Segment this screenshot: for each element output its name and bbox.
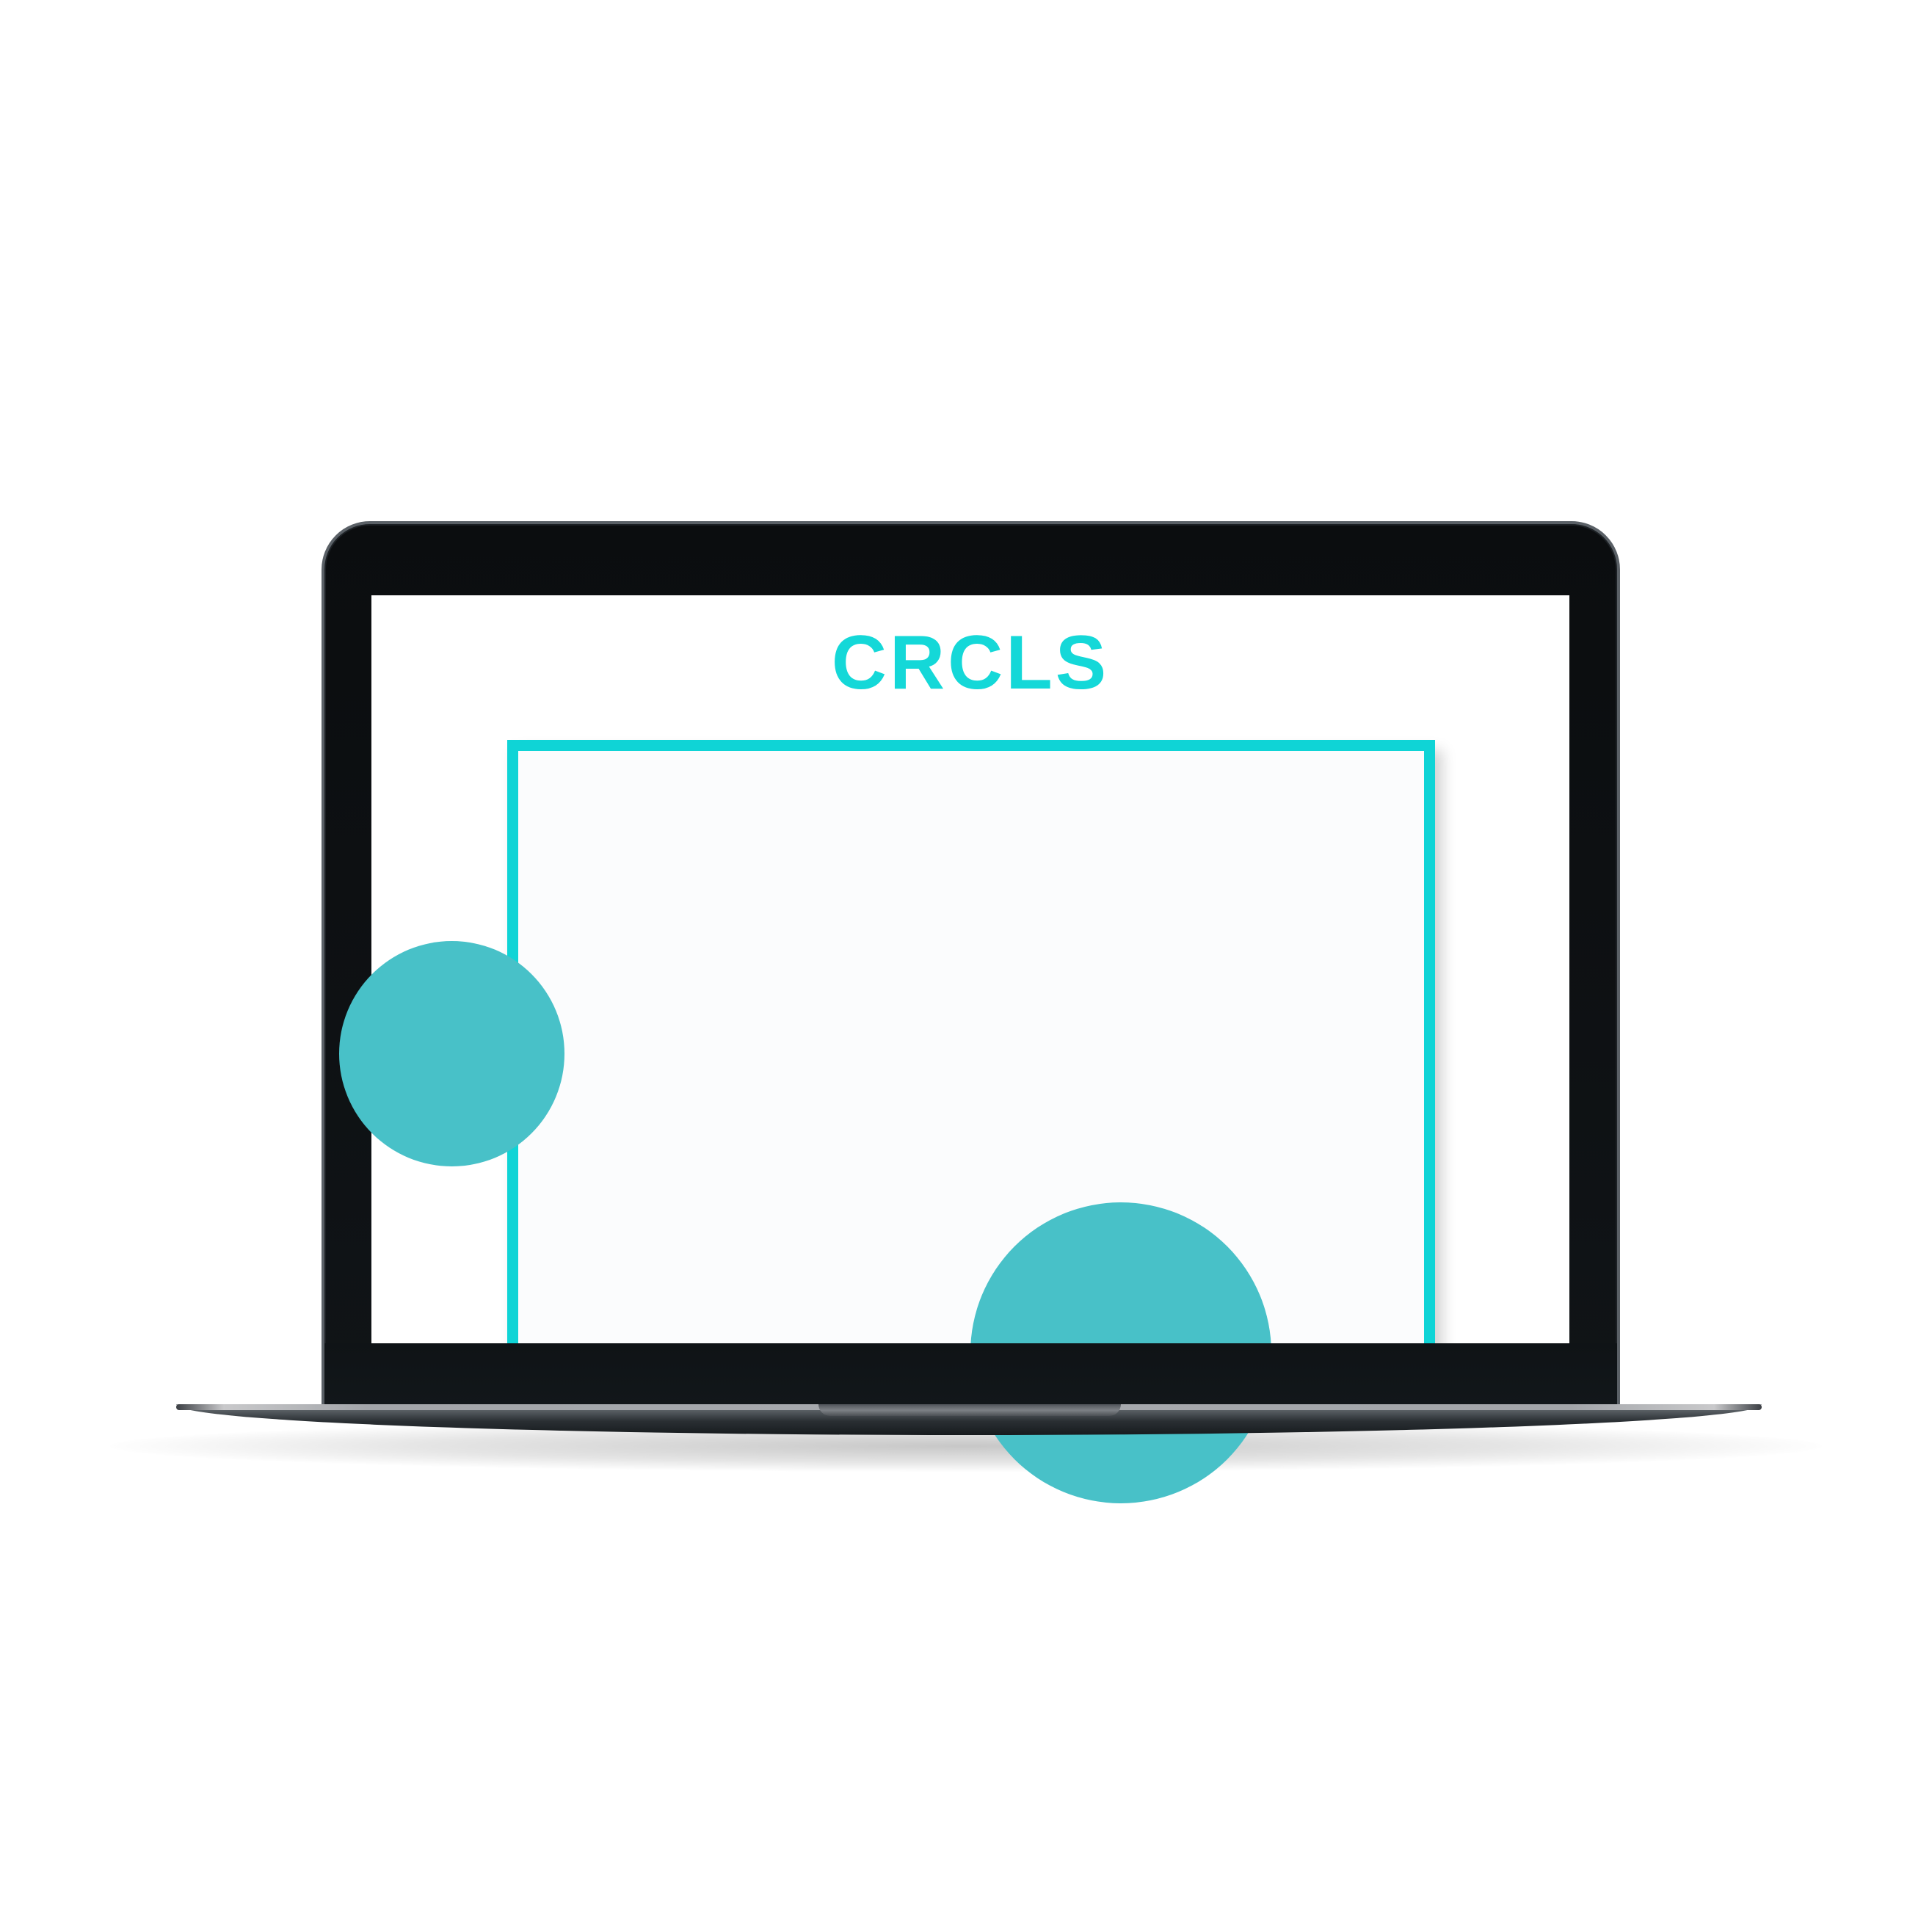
circle-shape[interactable] <box>339 941 564 1166</box>
laptop-screen: CRCLS <box>371 595 1569 1343</box>
app-logo: CRCLS <box>831 620 1110 705</box>
laptop-bottom-bezel <box>324 1343 1617 1406</box>
drawing-canvas[interactable] <box>507 740 1435 1343</box>
mockup-stage: CRCLS <box>0 0 1932 1932</box>
laptop-hinge-notch <box>818 1404 1121 1416</box>
